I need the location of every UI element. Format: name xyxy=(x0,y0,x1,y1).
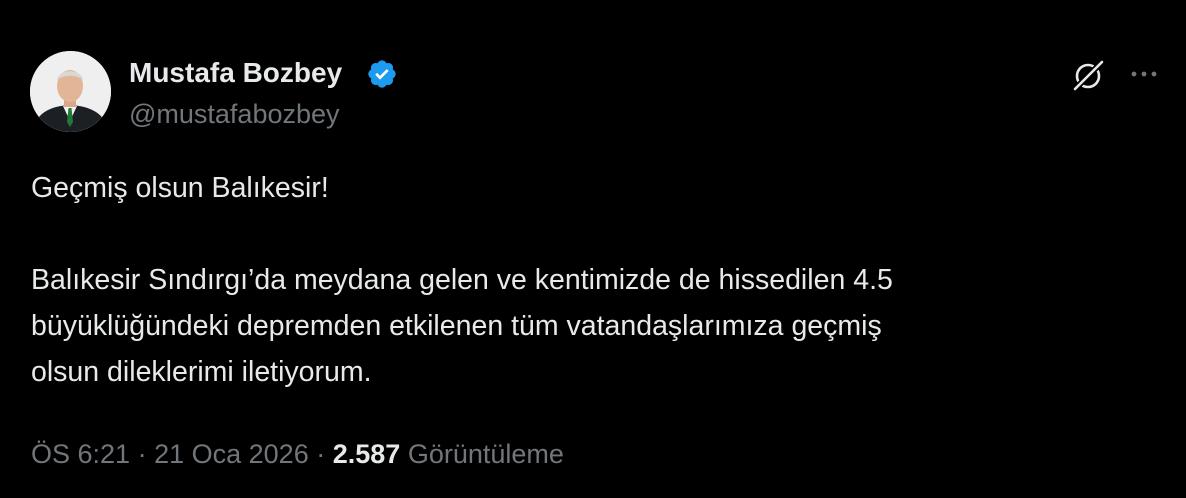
tweet-date[interactable]: 21 Oca 2026 xyxy=(154,439,309,469)
tweet-text-line: Geçmiş olsun Balıkesir! xyxy=(31,172,329,204)
tweet-text-line: Balıkesir Sındırgı’da meydana gelen ve k… xyxy=(31,264,893,296)
views-label[interactable]: Görüntüleme xyxy=(408,439,564,469)
author-display-name[interactable]: Mustafa Bozbey xyxy=(129,56,342,90)
more-options-icon[interactable] xyxy=(1126,60,1162,88)
views-count[interactable]: 2.587 xyxy=(333,439,401,469)
tweet-meta: ÖS 6:21 · 21 Oca 2026 · 2.587 Görüntülem… xyxy=(31,436,564,472)
grok-icon[interactable] xyxy=(1070,56,1108,94)
meta-separator: · xyxy=(137,439,147,469)
tweet-card: Mustafa Bozbey @mustafabozbey Geçmiş ols… xyxy=(0,0,1186,498)
avatar-photo xyxy=(30,51,111,132)
tweet-text-line: olsun dileklerimi iletiyorum. xyxy=(31,356,372,388)
avatar[interactable] xyxy=(30,51,111,132)
author-handle[interactable]: @mustafabozbey xyxy=(129,97,340,131)
tweet-time[interactable]: ÖS 6:21 xyxy=(31,439,130,469)
tweet-text: Geçmiş olsun Balıkesir! Balıkesir Sındır… xyxy=(31,165,1151,395)
verified-badge-icon[interactable] xyxy=(366,58,398,90)
tweet-text-line: büyüklüğündeki depremden etkilenen tüm v… xyxy=(31,310,882,342)
meta-separator: · xyxy=(316,439,326,469)
